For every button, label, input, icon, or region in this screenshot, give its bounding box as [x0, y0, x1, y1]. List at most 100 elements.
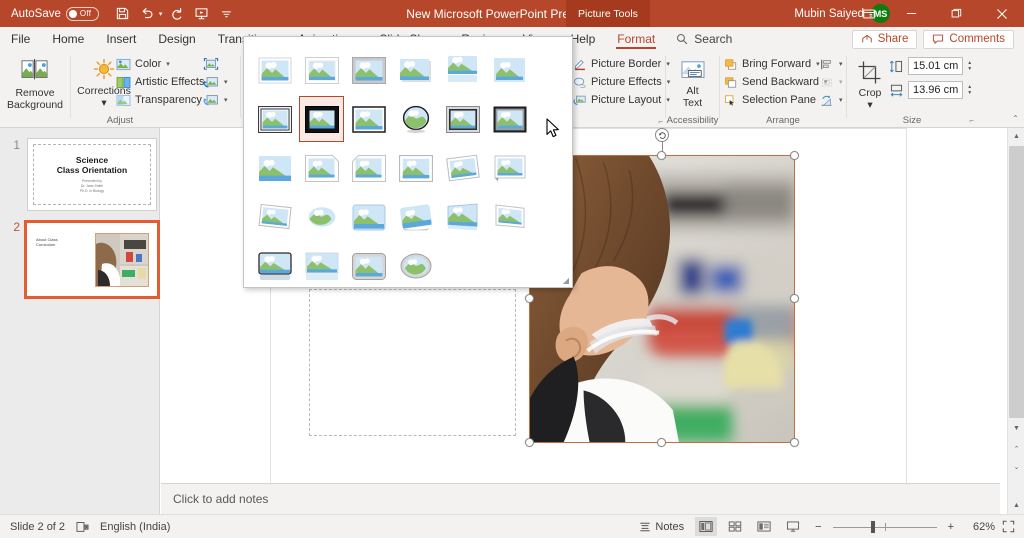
- picture-style-option[interactable]: [393, 96, 438, 142]
- undo-icon[interactable]: [137, 3, 159, 25]
- picture-style-option[interactable]: [252, 47, 297, 93]
- shape-width-spinner[interactable]: ▲ ▼: [967, 85, 972, 96]
- rotate-button[interactable]: ▾: [820, 91, 843, 109]
- picture-style-option[interactable]: [487, 194, 532, 240]
- vertical-scrollbar[interactable]: ▲ ▼ ⌃ ⌄ ▲: [1007, 128, 1024, 514]
- scroll-down-button[interactable]: ▼: [1008, 420, 1024, 437]
- autosave-control[interactable]: AutoSave Off: [11, 7, 99, 21]
- collapse-ribbon-arrow-icon[interactable]: ⌃: [1007, 110, 1024, 126]
- picture-style-option[interactable]: [299, 194, 344, 240]
- shape-width-field[interactable]: 13.96 cm ▲ ▼: [889, 81, 972, 99]
- tab-insert[interactable]: Insert: [95, 27, 147, 51]
- picture-style-option[interactable]: [252, 194, 297, 240]
- thumbnail-frame-2[interactable]: About Class Curriculum: [24, 220, 160, 299]
- crop-dropdown-caret[interactable]: ▾: [867, 99, 872, 111]
- artistic-effects-button[interactable]: Artistic Effects ▾: [116, 73, 213, 91]
- tab-design[interactable]: Design: [147, 27, 206, 51]
- picture-style-option[interactable]: [440, 47, 485, 93]
- bring-forward-button[interactable]: Bring Forward ▾: [724, 55, 828, 73]
- customize-quick-access-icon[interactable]: [215, 3, 237, 25]
- picture-style-option[interactable]: [487, 145, 532, 191]
- picture-style-option[interactable]: [346, 194, 391, 240]
- picture-styles-dialog-launcher[interactable]: ⌐: [658, 117, 663, 126]
- tab-file[interactable]: File: [0, 27, 41, 51]
- zoom-slider-knob[interactable]: [871, 521, 875, 533]
- picture-style-option[interactable]: [393, 145, 438, 191]
- size-dialog-launcher[interactable]: ⌐: [969, 116, 974, 125]
- tab-format[interactable]: Format: [606, 27, 666, 51]
- shape-height-field[interactable]: 15.01 cm ▲ ▼: [889, 57, 972, 75]
- text-placeholder[interactable]: [309, 289, 516, 436]
- reset-picture-dropdown-caret[interactable]: ▾: [224, 96, 228, 104]
- picture-style-option-selected[interactable]: [299, 96, 344, 142]
- resize-handle-bottom-left[interactable]: [525, 438, 534, 447]
- picture-style-option[interactable]: [440, 96, 485, 142]
- slide-indicator[interactable]: Slide 2 of 2: [10, 521, 65, 533]
- picture-style-option[interactable]: [393, 47, 438, 93]
- undo-dropdown-caret[interactable]: ▾: [159, 10, 163, 18]
- thumbnail-slide-1[interactable]: 1 Science Class Orientation Presented by…: [4, 138, 157, 211]
- transparency-button[interactable]: Transparency ▾: [116, 91, 213, 109]
- tab-home[interactable]: Home: [41, 27, 95, 51]
- zoom-level-label[interactable]: 62%: [965, 521, 995, 533]
- picture-style-option[interactable]: [346, 145, 391, 191]
- align-button[interactable]: ▾: [820, 55, 843, 73]
- resize-handle-top-right[interactable]: [790, 151, 799, 160]
- picture-style-option[interactable]: [487, 96, 532, 142]
- reset-picture-button[interactable]: ▾: [203, 91, 228, 109]
- resize-handle-bottom-center[interactable]: [657, 438, 666, 447]
- change-picture-button[interactable]: ▾: [203, 73, 228, 91]
- slide-show-button[interactable]: [782, 517, 804, 536]
- crop-button[interactable]: Crop ▾: [852, 55, 888, 111]
- slide-thumbnail-pane[interactable]: 1 Science Class Orientation Presented by…: [0, 128, 160, 514]
- color-button[interactable]: Color ▾: [116, 55, 213, 73]
- minimize-button[interactable]: [889, 0, 934, 27]
- align-dropdown-caret[interactable]: ▾: [839, 60, 843, 68]
- picture-effects-button[interactable]: Picture Effects ▾: [573, 73, 670, 91]
- remove-background-button[interactable]: Remove Background: [4, 53, 66, 111]
- redo-icon[interactable]: [165, 3, 187, 25]
- picture-style-option[interactable]: [299, 47, 344, 93]
- zoom-out-button[interactable]: −: [811, 521, 825, 533]
- picture-style-option[interactable]: [440, 194, 485, 240]
- compress-pictures-button[interactable]: [203, 55, 228, 73]
- save-icon[interactable]: [112, 3, 134, 25]
- picture-layout-button[interactable]: Picture Layout ▾: [573, 91, 670, 109]
- alt-text-button[interactable]: Alt Text: [666, 55, 719, 109]
- shape-height-value[interactable]: 15.01 cm: [908, 57, 963, 75]
- picture-style-option[interactable]: [252, 96, 297, 142]
- close-button[interactable]: [979, 0, 1024, 27]
- fit-slide-to-window-icon[interactable]: [1002, 520, 1015, 533]
- normal-view-button[interactable]: [695, 517, 717, 536]
- search-input[interactable]: Search: [666, 32, 732, 46]
- gallery-resize-grip[interactable]: ◢: [563, 276, 569, 285]
- rotate-dropdown-caret[interactable]: ▾: [839, 96, 843, 104]
- picture-border-button[interactable]: Picture Border ▾: [573, 55, 670, 73]
- picture-style-option[interactable]: [393, 243, 438, 289]
- picture-style-option[interactable]: [346, 243, 391, 289]
- picture-style-option[interactable]: [252, 243, 297, 289]
- start-presentation-icon[interactable]: [190, 3, 212, 25]
- change-picture-dropdown-caret[interactable]: ▾: [224, 78, 228, 86]
- notes-pane[interactable]: Click to add notes: [161, 483, 1000, 514]
- ribbon-display-options-icon[interactable]: [849, 0, 889, 27]
- notes-toggle-button[interactable]: Notes: [639, 521, 684, 533]
- picture-style-option[interactable]: [299, 145, 344, 191]
- selection-pane-button[interactable]: Selection Pane: [724, 91, 828, 109]
- picture-style-option[interactable]: [299, 243, 344, 289]
- resize-handle-middle-right[interactable]: [790, 294, 799, 303]
- shape-height-spinner[interactable]: ▲ ▼: [967, 61, 972, 72]
- slide-sorter-button[interactable]: [724, 517, 746, 536]
- resize-handle-bottom-right[interactable]: [790, 438, 799, 447]
- resize-handle-top-center[interactable]: [657, 151, 666, 160]
- scrollbar-thumb[interactable]: [1009, 146, 1024, 418]
- picture-style-option[interactable]: [393, 194, 438, 240]
- next-slide-button[interactable]: ⌄: [1008, 458, 1024, 475]
- previous-slide-button[interactable]: ⌃: [1008, 440, 1024, 457]
- rotate-handle[interactable]: [655, 128, 669, 142]
- picture-style-option[interactable]: [487, 47, 532, 93]
- picture-style-option[interactable]: [346, 47, 391, 93]
- comments-button[interactable]: Comments: [923, 30, 1014, 49]
- share-button[interactable]: Share: [852, 30, 918, 49]
- scroll-up-button[interactable]: ▲: [1008, 128, 1024, 145]
